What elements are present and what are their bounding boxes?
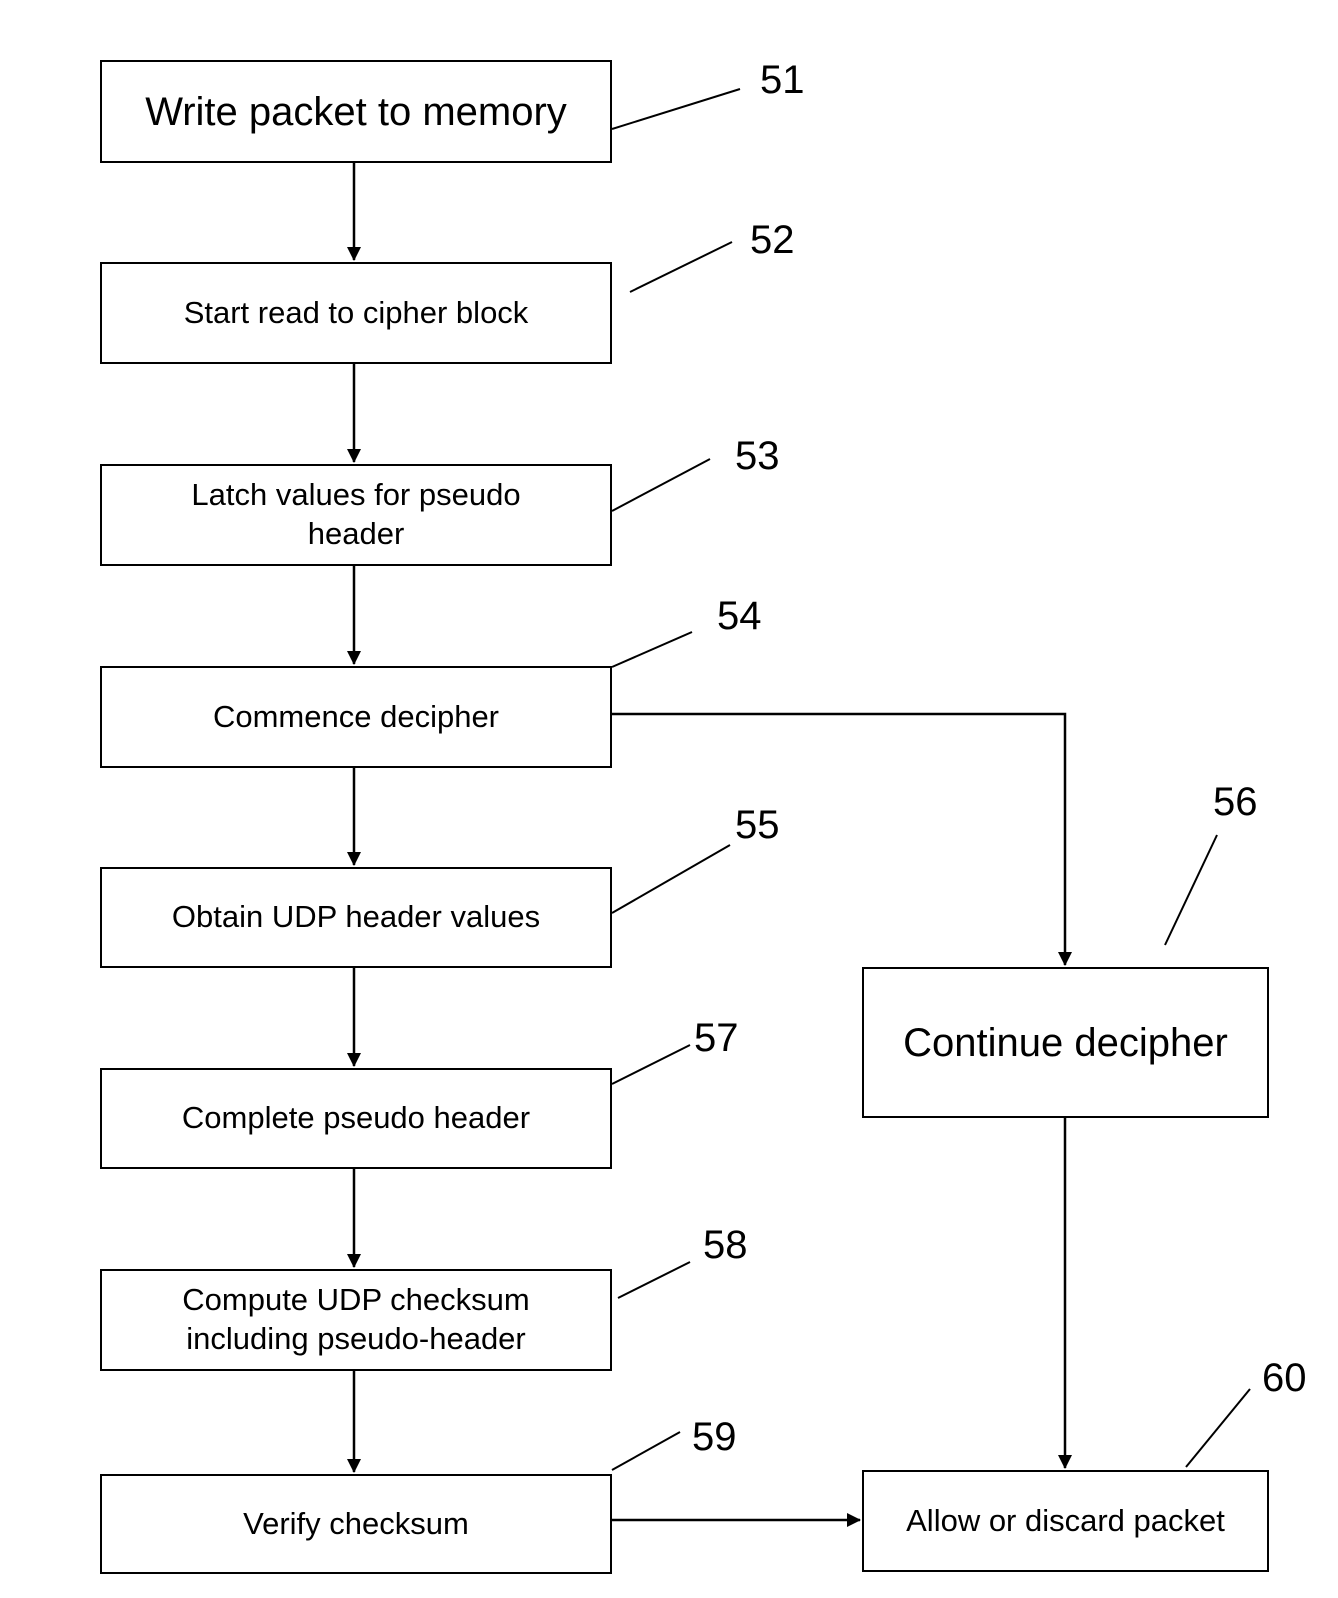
ref-numeral-54: 54 [717, 594, 762, 638]
ref-numeral-59: 59 [692, 1415, 737, 1459]
step-54-label: Commence decipher [212, 698, 500, 734]
step-57-label: Complete pseudo header [181, 1100, 531, 1136]
ref-numeral-60: 60 [1262, 1356, 1307, 1400]
leader-line-56 [1164, 834, 1218, 946]
leader-line-54 [611, 631, 693, 668]
step-59-label: Verify checksum [243, 1505, 469, 1541]
leader-line-59 [611, 1431, 681, 1471]
ref-numeral-51: 51 [760, 58, 805, 102]
step-57-box: Complete pseudo header [100, 1068, 612, 1169]
ref-numeral-58: 58 [703, 1223, 748, 1267]
step-52-box: Start read to cipher block [100, 262, 612, 364]
step-55-box: Obtain UDP header values [100, 867, 612, 968]
leader-line-52 [629, 241, 733, 293]
step-60-label: Allow or discard packet [906, 1502, 1225, 1538]
ref-numeral-56: 56 [1213, 780, 1258, 824]
step-53-label: Latch values for pseudo header [191, 477, 521, 551]
step-53-box: Latch values for pseudo header [100, 464, 612, 566]
leader-line-60 [1185, 1388, 1251, 1468]
step-60-box: Allow or discard packet [862, 1470, 1269, 1572]
leader-line-53 [611, 458, 711, 512]
step-52-label: Start read to cipher block [183, 294, 529, 330]
step-56-label: Continue decipher [903, 1020, 1228, 1065]
leader-line-57 [611, 1044, 691, 1085]
step-56-box: Continue decipher [862, 967, 1269, 1118]
step-55-label: Obtain UDP header values [171, 899, 541, 935]
leader-line-51 [611, 88, 741, 130]
step-58-label: Compute UDP checksum including pseudo-he… [182, 1282, 530, 1356]
step-51-label: Write packet to memory [145, 89, 567, 134]
step-59-box: Verify checksum [100, 1474, 612, 1574]
step-54-box: Commence decipher [100, 666, 612, 768]
arrow-54-56 [610, 712, 1072, 966]
ref-numeral-52: 52 [750, 218, 795, 262]
step-58-box: Compute UDP checksum including pseudo-he… [100, 1269, 612, 1371]
step-51-box: Write packet to memory [100, 60, 612, 163]
leader-line-55 [611, 844, 731, 914]
leader-line-58 [617, 1261, 691, 1299]
ref-numeral-55: 55 [735, 803, 780, 847]
ref-numeral-53: 53 [735, 434, 780, 478]
ref-numeral-57: 57 [694, 1016, 739, 1060]
